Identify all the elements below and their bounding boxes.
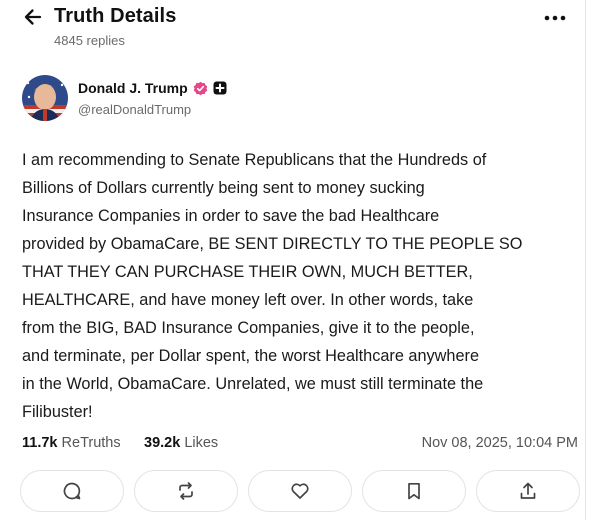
author-name[interactable]: Donald J. Trump [78,80,188,96]
more-horizontal-icon [544,15,566,21]
avatar[interactable] [22,75,68,121]
verified-badge-icon [193,81,208,96]
author-name-row: Donald J. Trump [78,80,227,96]
likes-count: 39.2k [144,435,181,451]
retruths-stat[interactable]: 11.7k ReTruths [22,435,121,451]
page-header: Truth Details 4845 replies [0,0,592,60]
reply-count: 4845 replies [54,33,125,48]
retruths-count: 11.7k [22,435,58,451]
like-icon [291,483,309,499]
retruth-icon [179,482,193,500]
post-stats: 11.7k ReTruths 39.2k Likes Nov 08, 2025,… [22,435,578,455]
action-bar [20,470,580,514]
share-button[interactable] [476,470,580,512]
more-button[interactable] [542,8,568,28]
like-button[interactable] [248,470,352,512]
share-icon [520,482,536,499]
bookmark-icon [408,482,420,500]
plus-badge-icon [213,81,227,95]
divider [585,0,586,520]
post-body: I am recommending to Senate Republicans … [22,151,523,421]
retruths-label: ReTruths [61,435,121,451]
reply-icon [63,482,81,500]
arrow-left-icon [24,9,42,25]
author-handle[interactable]: @realDonaldTrump [78,102,191,117]
reply-button[interactable] [20,470,124,512]
page-title: Truth Details [54,5,177,27]
truth-details-page: Truth Details 4845 replies Donald J. Tru… [0,0,592,520]
retruth-button[interactable] [134,470,238,512]
post-timestamp: Nov 08, 2025, 10:04 PM [421,435,578,451]
likes-label: Likes [184,435,219,451]
likes-stat[interactable]: 39.2k Likes [144,435,218,451]
bookmark-button[interactable] [362,470,466,512]
back-button[interactable] [22,6,44,28]
